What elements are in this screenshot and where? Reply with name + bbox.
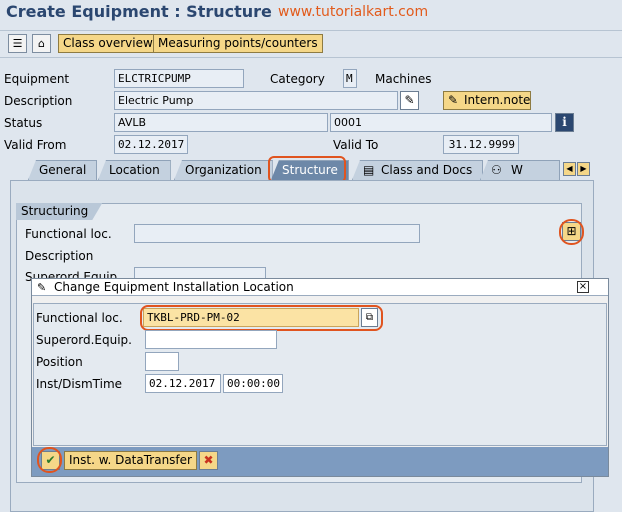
valid-from-label: Valid From [4,138,67,152]
status-field[interactable]: AVLB [114,113,328,132]
cancel-icon[interactable]: ✖ [199,451,218,470]
long-text-icon[interactable]: ✎ [400,91,419,110]
dialog-functional-loc-label: Functional loc. [36,311,123,325]
intern-note-label: Intern.note [464,93,531,107]
valid-from-field[interactable]: 02.12.2017 [114,135,188,154]
equipment-field[interactable]: ELCTRICPUMP [114,69,244,88]
tab-class-docs-label: Class and Docs [381,163,473,177]
valid-to-label: Valid To [333,138,379,152]
tab-w-label: W [511,163,523,177]
status-label: Status [4,116,43,130]
dialog-superord-field[interactable] [145,330,277,349]
category-field[interactable]: M [343,69,357,88]
hierarchy-icon[interactable]: ⌂ [32,34,51,53]
document-icon: ▤ [363,163,375,177]
tab-organization[interactable]: Organization [174,160,273,180]
status-number-field[interactable]: 0001 [330,113,552,132]
tab-list-icon[interactable] [546,162,558,176]
dialog-position-label: Position [36,355,83,369]
description-field[interactable]: Electric Pump [114,91,398,110]
tab-scroll-left-icon[interactable]: ◀ [563,162,576,176]
close-icon[interactable]: × [577,281,589,293]
dialog-inst-date-field[interactable]: 02.12.2017 [145,374,221,393]
structure-tab-highlight [268,156,346,183]
tab-location[interactable]: Location [98,160,171,180]
tab-class-docs[interactable]: ▤ Class and Docs [352,160,484,180]
dialog-position-field[interactable] [145,352,179,371]
dialog-superord-label: Superord.Equip. [36,333,132,347]
tab-scroll-right-icon[interactable]: ▶ [577,162,590,176]
checkmark-highlight [37,447,62,473]
dialog-title: Change Equipment Installation Location [32,279,608,296]
intern-note-button[interactable]: ✎ Intern.note [443,91,531,110]
info-icon[interactable]: i [555,113,574,132]
valid-to-field[interactable]: 31.12.9999 [443,135,519,154]
hierarchy-icon-highlight [559,219,584,245]
transfer-button[interactable]: Inst. w. DataTransfer [64,451,197,470]
category-text: Machines [375,72,432,86]
binoculars-icon: ⚇ [491,163,502,177]
description-label: Description [4,94,73,108]
tab-general[interactable]: General [28,160,98,180]
category-label: Category [270,72,325,86]
dialog-inst-time-field[interactable]: 00:00:00 [223,374,283,393]
functional-loc-field[interactable] [134,224,420,243]
structuring-group-title: Structuring [16,203,102,220]
watermark: www.tutorialkart.com [278,4,429,20]
dialog-edit-icon: ✎ [37,281,47,294]
edit-icon: ✎ [448,93,459,107]
structure-description-label: Description [25,249,94,263]
page-title: Create Equipment : Structure [6,2,272,21]
dialog-inst-label: Inst/DismTime [36,377,123,391]
functional-loc-highlight [140,305,383,331]
equipment-label: Equipment [4,72,70,86]
list-icon[interactable]: ☰ [8,34,27,53]
class-overview-button[interactable]: Class overview [58,34,158,53]
measuring-points-button[interactable]: Measuring points/counters [153,34,323,53]
functional-loc-label: Functional loc. [25,227,112,241]
